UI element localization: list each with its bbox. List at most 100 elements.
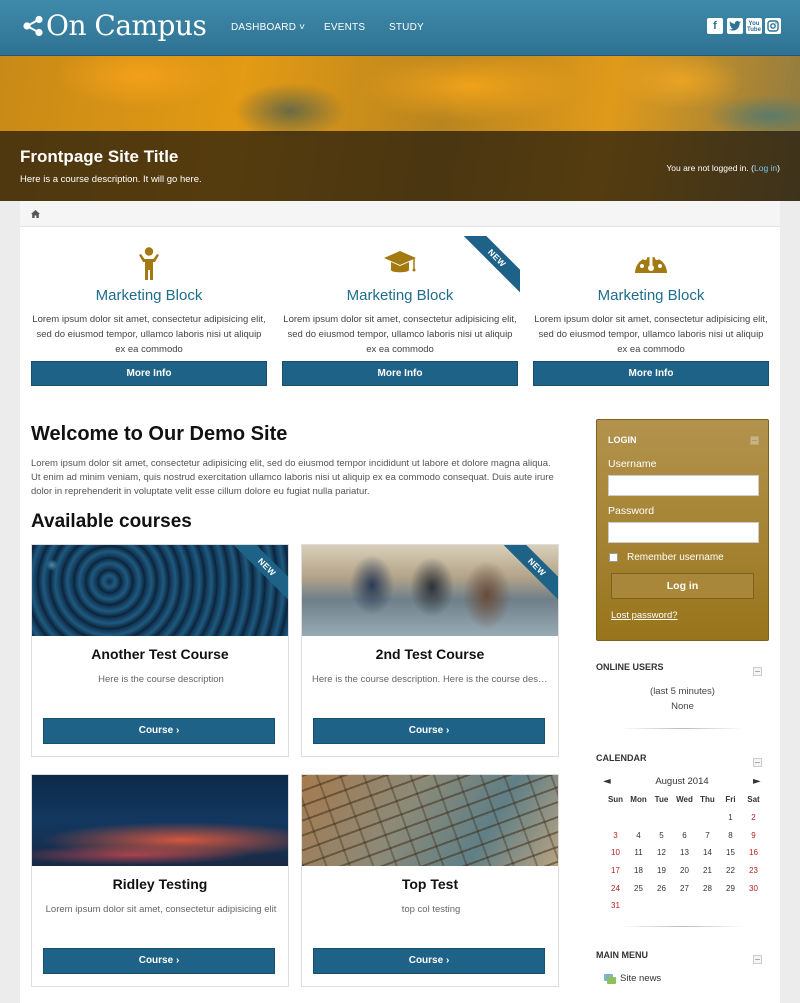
calendar-day[interactable]: 20 [673,866,696,875]
course-title[interactable]: 2nd Test Course [302,646,558,662]
course-card: Ridley Testing Lorem ipsum dolor sit ame… [31,774,289,987]
calendar-day[interactable]: 28 [696,884,719,893]
calendar-grid: Sun Mon Tue Wed Thu Fri Sat 1 2 3 4 5 6 7 8 9 10 1… [604,791,765,915]
new-ribbon-label: NEW [460,236,520,296]
hero-banner: Frontpage Site Title Here is a course de… [0,56,800,201]
calendar-day[interactable]: 26 [650,884,673,893]
twitter-icon[interactable] [727,18,743,34]
calendar-day[interactable]: 4 [627,831,650,840]
calendar-day[interactable]: 14 [696,848,719,857]
more-info-button[interactable]: More Info [31,361,267,386]
collapse-icon[interactable] [753,667,762,676]
calendar-day[interactable]: 15 [719,848,742,857]
top-navbar: On Campus DASHBOARD ˅ EVENTS STUDY f You… [0,0,800,56]
calendar-day[interactable]: 2 [742,813,765,822]
calendar-day[interactable]: 3 [604,831,627,840]
calendar-day[interactable]: 17 [604,866,627,875]
course-card: NEW Another Test Course Here is the cour… [31,544,289,757]
login-link[interactable]: Log in [754,163,777,173]
calendar-day[interactable]: 22 [719,866,742,875]
weekday-label: Wed [676,795,693,805]
site-brand[interactable]: On Campus [22,9,207,42]
new-ribbon-label: NEW [500,545,558,605]
dashboard-gauge-icon [635,254,667,273]
more-info-button[interactable]: More Info [533,361,769,386]
hero-title: Frontpage Site Title [20,147,179,166]
collapse-icon[interactable] [750,436,759,445]
marketing-block-text: Lorem ipsum dolor sit amet, consectetur … [32,314,266,355]
calendar-day[interactable]: 6 [673,831,696,840]
course-description: Here is the course description [98,674,224,685]
calendar-day[interactable]: 1 [719,813,742,822]
calendar-day[interactable]: 7 [696,831,719,840]
block-divider [620,926,745,927]
weekday-label: Sat [747,795,760,805]
calendar-day[interactable]: 10 [604,848,627,857]
course-description: Lorem ipsum dolor sit amet, consectetur … [45,904,277,915]
calendar-day[interactable]: 27 [673,884,696,893]
course-title[interactable]: Ridley Testing [32,876,288,892]
calendar-day[interactable]: 16 [742,848,765,857]
collapse-icon[interactable] [753,955,762,964]
calendar-next-icon[interactable]: ► [753,776,761,787]
person-icon [139,247,159,280]
course-button[interactable]: Course › [313,718,545,744]
calendar-day[interactable]: 25 [627,884,650,893]
nav-dashboard-label: DASHBOARD [231,22,297,33]
calendar-prev-icon[interactable]: ◄ [603,776,611,787]
lost-password-link[interactable]: Lost password? [611,610,678,621]
nav-study[interactable]: STUDY [389,22,424,33]
calendar-day[interactable]: 19 [650,866,673,875]
calendar-day[interactable]: 21 [696,866,719,875]
calendar-day[interactable]: 13 [673,848,696,857]
online-users-heading: ONLINE USERS [596,662,664,672]
course-card: Top Test top col testing Course › [301,774,559,987]
course-image[interactable] [32,775,288,866]
calendar-day[interactable]: 24 [604,884,627,893]
course-image[interactable] [302,775,558,866]
weekday-label: Fri [725,795,736,805]
news-icon [604,974,616,984]
course-button[interactable]: Course › [313,948,545,974]
course-button[interactable]: Course › [43,948,275,974]
remember-checkbox[interactable] [609,553,618,562]
calendar-day[interactable]: 9 [742,831,765,840]
calendar-week: 10 11 12 13 14 15 16 [604,844,765,862]
password-field[interactable] [608,522,759,543]
username-field[interactable] [608,475,759,496]
menu-item-site-news[interactable]: Site news [620,973,661,984]
course-button[interactable]: Course › [43,718,275,744]
calendar-day[interactable]: 12 [650,848,673,857]
home-icon[interactable] [31,210,40,218]
calendar-day[interactable]: 11 [627,848,650,857]
calendar-week: 31 [604,897,765,915]
calendar-day[interactable]: 5 [650,831,673,840]
course-card: NEW 2nd Test Course Here is the course d… [301,544,559,757]
nav-events[interactable]: EVENTS [324,22,365,33]
calendar-day[interactable]: 30 [742,884,765,893]
calendar-day[interactable]: 23 [742,866,765,875]
nav-dashboard[interactable]: DASHBOARD ˅ [231,22,305,33]
marketing-block-title: Marketing Block [597,287,705,304]
facebook-icon[interactable]: f [707,18,723,34]
brand-name: On Campus [46,9,207,42]
calendar-day[interactable]: 8 [719,831,742,840]
login-block: LOGIN Username Password Remember usernam… [596,419,769,641]
courses-heading: Available courses [31,511,192,532]
calendar-day[interactable]: 31 [604,901,627,910]
more-info-button[interactable]: More Info [282,361,518,386]
calendar-day[interactable]: 29 [719,884,742,893]
login-button[interactable]: Log in [611,573,754,599]
password-label: Password [608,505,655,517]
youtube-icon[interactable]: You Tube [746,18,762,34]
course-title[interactable]: Another Test Course [32,646,288,662]
calendar-day[interactable]: 18 [627,866,650,875]
course-title[interactable]: Top Test [302,876,558,892]
username-label: Username [608,458,657,470]
instagram-icon[interactable] [765,18,781,34]
share-logo-icon [23,15,43,36]
page-content: Marketing Block Lorem ipsum dolor sit am… [20,201,780,1003]
login-status-text: You are not logged in. [666,163,749,173]
collapse-icon[interactable] [753,758,762,767]
calendar-week: 24 25 26 27 28 29 30 [604,879,765,897]
